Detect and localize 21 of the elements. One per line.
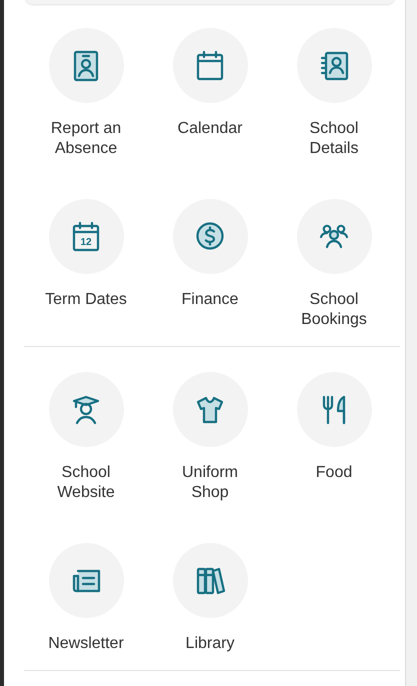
tile-label[interactable]: Calendar <box>165 119 255 139</box>
tile-label[interactable]: Report an Absence <box>41 119 131 159</box>
calendar-icon <box>196 50 224 80</box>
tile-label[interactable]: School Website <box>41 463 131 503</box>
tile-label[interactable]: School Bookings <box>289 290 379 330</box>
tile-label[interactable]: Newsletter <box>41 634 131 654</box>
tile-button[interactable]: 12 <box>48 199 124 274</box>
tile-label[interactable]: Term Dates <box>41 290 131 310</box>
graduate-icon <box>72 394 100 424</box>
tile-label[interactable]: School Details <box>289 119 379 159</box>
contact-card-icon <box>72 50 100 80</box>
books-icon <box>196 566 224 596</box>
tile-label[interactable]: Library <box>165 634 255 654</box>
calendar-icon: 12 <box>72 222 100 252</box>
fork-knife-icon <box>320 394 348 424</box>
dollar-coin-icon <box>196 222 224 252</box>
t-shirt-icon <box>196 394 224 424</box>
tile-label[interactable]: Finance <box>165 290 255 310</box>
tile-label[interactable]: Food <box>289 463 379 483</box>
tile-label[interactable]: Uniform Shop <box>165 463 255 503</box>
address-book-icon <box>320 50 348 80</box>
